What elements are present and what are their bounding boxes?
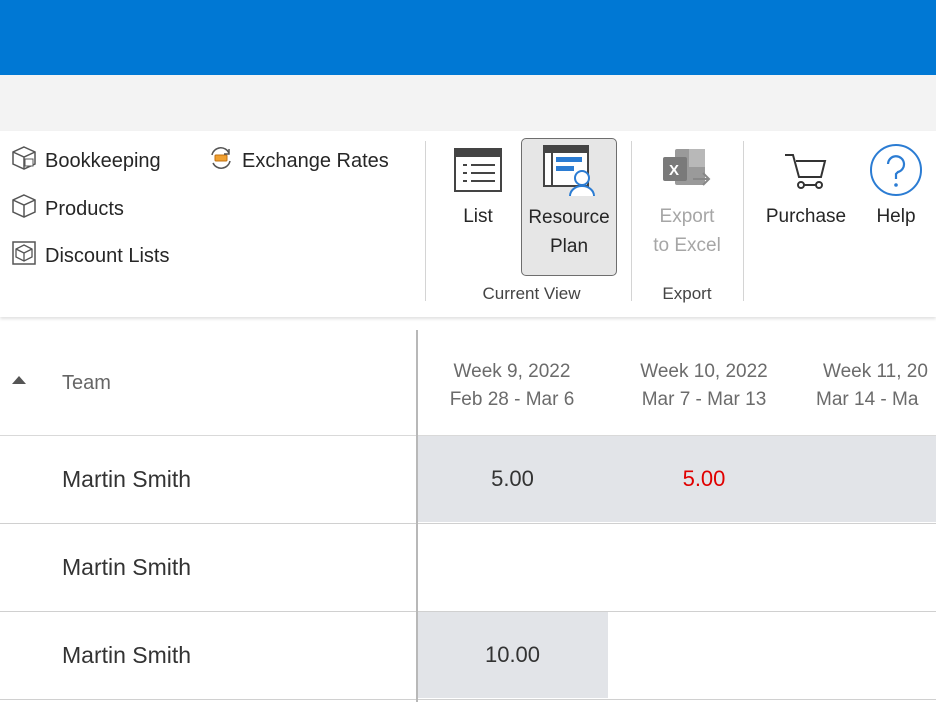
- ribbon-separator: [631, 141, 632, 301]
- bookkeeping-icon: [11, 145, 37, 177]
- bookkeeping-label: Bookkeeping: [45, 149, 161, 172]
- list-view-button[interactable]: List: [446, 138, 510, 231]
- export-to-excel-button[interactable]: X Export to Excel: [644, 138, 730, 260]
- table-row[interactable]: Martin Smith 5.00 5.00: [0, 436, 936, 524]
- group-label-current-view: Current View: [482, 284, 581, 303]
- week-range: Mar 14 - Ma: [816, 389, 919, 410]
- team-member-name: Martin Smith: [62, 642, 192, 668]
- excel-icon: X: [659, 138, 715, 202]
- products-icon: [11, 193, 37, 225]
- svg-text:X: X: [669, 162, 679, 179]
- resource-plan-icon: [542, 139, 596, 203]
- week-column-header[interactable]: Week 10, 2022 Mar 7 - Mar 13: [612, 358, 796, 414]
- team-member-name: Martin Smith: [62, 554, 192, 580]
- week-title: Week 10, 2022: [640, 361, 768, 382]
- week-range: Feb 28 - Mar 6: [449, 389, 575, 410]
- ribbon-separator: [743, 141, 744, 301]
- list-icon: [453, 138, 503, 202]
- table-row[interactable]: Martin Smith: [0, 524, 936, 612]
- shopping-cart-icon: [781, 138, 831, 202]
- table-row[interactable]: 10.00 Martin Smith: [0, 612, 936, 700]
- discount-lists-icon: [11, 240, 37, 272]
- ribbon-separator: [425, 141, 426, 301]
- week-title: Week 11, 20: [823, 361, 928, 382]
- help-icon: [868, 138, 924, 202]
- discount-lists-label: Discount Lists: [45, 244, 170, 267]
- group-label-export: Export: [662, 284, 712, 303]
- list-label: List: [463, 206, 493, 227]
- exchange-rates-label: Exchange Rates: [242, 149, 389, 172]
- week-cell-value[interactable]: 5.00: [417, 436, 608, 522]
- export-label-line2: to Excel: [653, 235, 721, 256]
- help-button[interactable]: Help: [864, 138, 928, 231]
- exchange-rates-icon: [208, 145, 234, 177]
- resource-plan-view-button[interactable]: Resource Plan: [521, 138, 617, 276]
- purchase-label: Purchase: [765, 206, 847, 227]
- export-label-line1: Export: [659, 206, 715, 227]
- week-column-header[interactable]: Week 9, 2022 Feb 28 - Mar 6: [420, 358, 604, 414]
- ribbon: Bookkeeping Exchange Rates Products Disc…: [0, 131, 936, 317]
- help-label: Help: [876, 206, 916, 227]
- week-title: Week 9, 2022: [453, 361, 571, 382]
- week-range: Mar 7 - Mar 13: [641, 389, 767, 410]
- products-button[interactable]: Products: [11, 193, 124, 225]
- discount-lists-button[interactable]: Discount Lists: [11, 240, 170, 272]
- week-column-header[interactable]: Week 11, 20 Mar 14 - Ma: [816, 358, 936, 414]
- bookkeeping-button[interactable]: Bookkeeping: [11, 145, 161, 177]
- team-member-name: Martin Smith: [62, 466, 192, 492]
- resource-plan-label-line2: Plan: [549, 236, 589, 257]
- exchange-rates-button[interactable]: Exchange Rates: [208, 145, 389, 177]
- title-bar: [0, 0, 936, 75]
- resource-plan-label-line1: Resource: [528, 207, 610, 228]
- week-cell-value-overallocated[interactable]: 5.00: [608, 436, 800, 522]
- resource-plan-grid: Team Week 9, 2022 Feb 28 - Mar 6 Week 10…: [0, 330, 936, 702]
- team-column-header[interactable]: Team: [62, 372, 111, 395]
- week-cell-value[interactable]: 10.00: [417, 612, 608, 698]
- column-divider[interactable]: [416, 330, 418, 702]
- products-label: Products: [45, 197, 124, 220]
- grid-header: Team Week 9, 2022 Feb 28 - Mar 6 Week 10…: [0, 330, 936, 436]
- purchase-button[interactable]: Purchase: [758, 138, 854, 231]
- sort-ascending-icon[interactable]: [12, 376, 26, 384]
- ribbon-tab-strip: [0, 75, 936, 131]
